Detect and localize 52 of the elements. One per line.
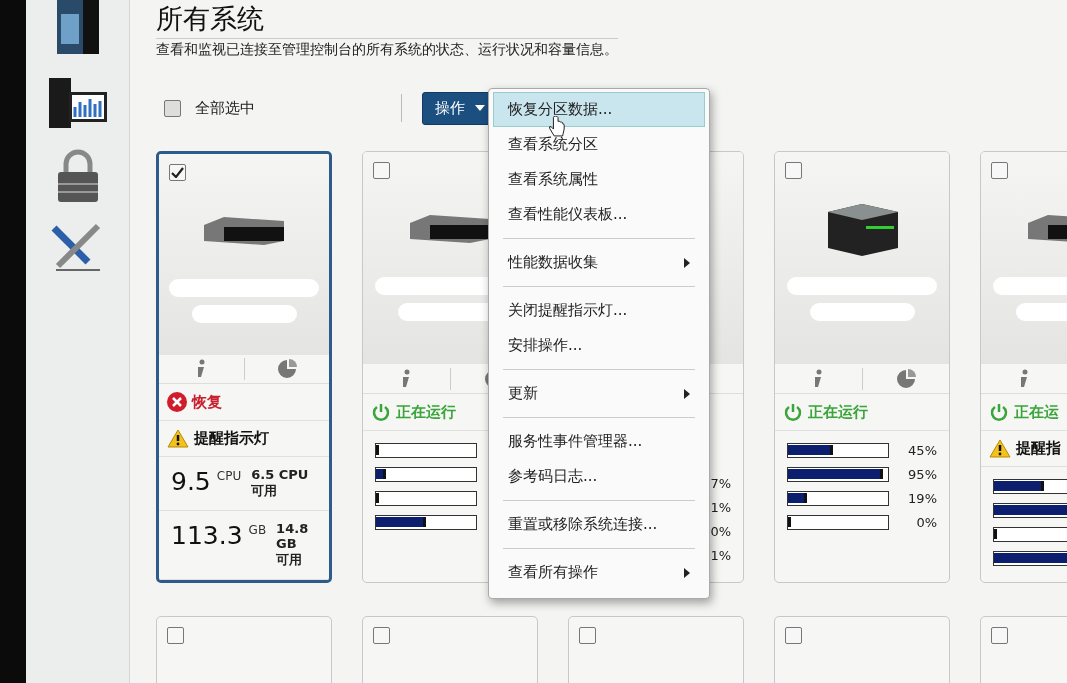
available-value: 14.8 GB bbox=[276, 521, 310, 551]
warning-icon bbox=[989, 439, 1011, 458]
alert-label: 提醒指示灯 bbox=[159, 421, 329, 457]
pie-chart-icon[interactable] bbox=[276, 359, 297, 380]
status-label: 正在运 bbox=[981, 394, 1067, 431]
stat-value: 113.3 bbox=[171, 521, 243, 550]
meter-reading: 0% bbox=[916, 514, 937, 530]
page-description: 查看和监视已连接至管理控制台的所有系统的状态、运行状况和容量信息。 bbox=[156, 38, 618, 59]
available-label: 可用 bbox=[251, 482, 279, 500]
checkbox[interactable] bbox=[579, 627, 596, 644]
meter-reading: 7% bbox=[710, 475, 731, 491]
checkbox[interactable] bbox=[991, 627, 1008, 644]
power-icon bbox=[989, 402, 1009, 422]
caret-icon bbox=[475, 105, 485, 111]
system-card[interactable]: 恢复 提醒指示灯 9.5 CPU 6.5 CPU 可用 113.3 GB 14.8 GB 可用 bbox=[156, 151, 332, 583]
status-label: 正在运行 bbox=[775, 394, 949, 431]
checkbox[interactable] bbox=[785, 627, 802, 644]
available-value: 6.5 CPU bbox=[251, 467, 309, 482]
checkbox[interactable] bbox=[164, 99, 181, 117]
system-card[interactable]: 正在运行 45% 95% 19% 0% bbox=[774, 151, 950, 583]
stat-unit: GB bbox=[248, 523, 267, 537]
stat-unit: CPU bbox=[216, 469, 242, 483]
submenu-arrow-icon bbox=[684, 257, 690, 268]
meter-reading: 45% bbox=[908, 442, 937, 458]
meter-reading: 1% bbox=[710, 547, 731, 563]
select-all-label[interactable]: 全部选中 bbox=[195, 98, 255, 118]
checkbox[interactable] bbox=[785, 162, 802, 179]
checkbox[interactable] bbox=[169, 164, 186, 181]
checkbox[interactable] bbox=[167, 627, 184, 644]
stat-value: 9.5 bbox=[171, 467, 211, 496]
server-icon bbox=[202, 215, 286, 247]
warning-icon bbox=[167, 429, 189, 448]
status-label: 恢复 bbox=[159, 384, 329, 421]
meter-reading: 1% bbox=[710, 499, 731, 515]
submenu-arrow-icon bbox=[684, 567, 690, 578]
menu-item[interactable]: 恢复分区数据... bbox=[493, 92, 705, 127]
meter-reading: 95% bbox=[908, 466, 937, 482]
power-icon bbox=[783, 402, 803, 422]
alert-label: 提醒指 bbox=[981, 431, 1067, 467]
checkbox[interactable] bbox=[373, 162, 390, 179]
submenu-arrow-icon bbox=[684, 388, 690, 399]
checkmark-icon bbox=[171, 167, 184, 178]
system-card[interactable]: 正在运 提醒指 bbox=[980, 151, 1067, 583]
power-icon bbox=[371, 402, 391, 422]
error-icon bbox=[167, 392, 187, 412]
meter-reading: 19% bbox=[908, 490, 937, 506]
page-title: 所有系统 bbox=[156, 2, 264, 36]
meter-reading: 0% bbox=[710, 523, 731, 539]
pie-chart-icon[interactable] bbox=[895, 368, 916, 389]
checkbox[interactable] bbox=[373, 627, 390, 644]
available-label: 可用 bbox=[276, 551, 304, 569]
checkbox[interactable] bbox=[991, 162, 1008, 179]
